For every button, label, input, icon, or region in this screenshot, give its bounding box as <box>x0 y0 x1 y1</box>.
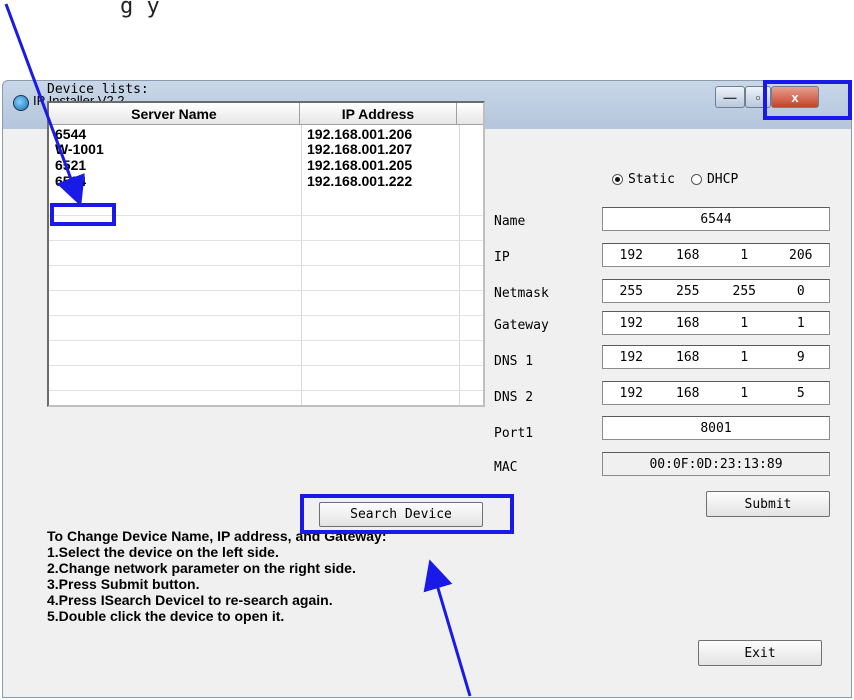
arrow-to-search-device <box>423 559 472 697</box>
arrow-to-server-name <box>4 3 85 207</box>
annotation-arrows <box>4 3 472 697</box>
